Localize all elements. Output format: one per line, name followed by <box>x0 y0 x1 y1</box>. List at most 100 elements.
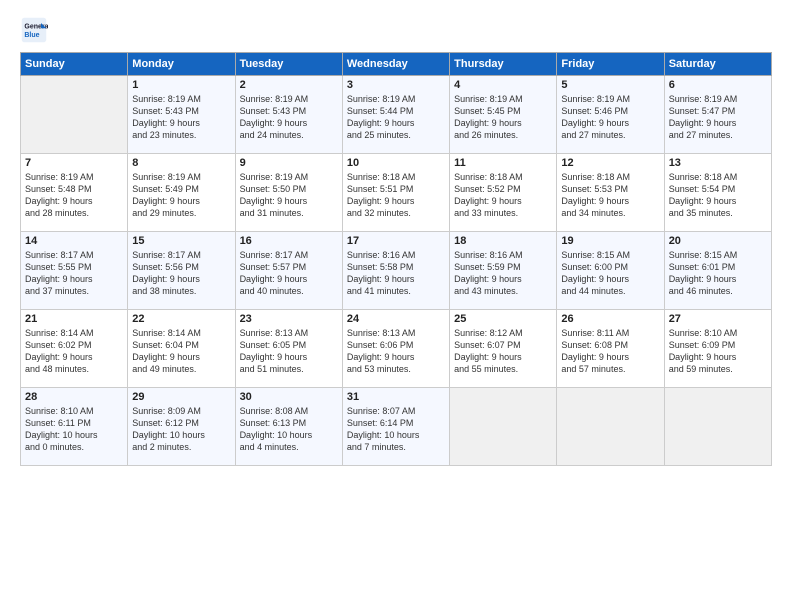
calendar-cell: 4 Sunrise: 8:19 AM Sunset: 5:45 PM Daylig… <box>450 76 557 154</box>
day-number: 25 <box>454 313 552 325</box>
day-number: 10 <box>347 157 445 169</box>
calendar-cell: 2 Sunrise: 8:19 AM Sunset: 5:43 PM Daylig… <box>235 76 342 154</box>
day-number: 9 <box>240 157 338 169</box>
weekday-header-sunday: Sunday <box>21 53 128 76</box>
day-number: 4 <box>454 79 552 91</box>
day-number: 22 <box>132 313 230 325</box>
day-info: Sunrise: 8:07 AM Sunset: 6:14 PM Dayligh… <box>347 405 445 454</box>
day-info: Sunrise: 8:14 AM Sunset: 6:02 PM Dayligh… <box>25 327 123 376</box>
day-info: Sunrise: 8:17 AM Sunset: 5:56 PM Dayligh… <box>132 249 230 298</box>
calendar-cell: 13 Sunrise: 8:18 AM Sunset: 5:54 PM Dayli… <box>664 154 771 232</box>
day-number: 26 <box>561 313 659 325</box>
day-number: 7 <box>25 157 123 169</box>
day-info: Sunrise: 8:18 AM Sunset: 5:54 PM Dayligh… <box>669 171 767 220</box>
day-info: Sunrise: 8:13 AM Sunset: 6:06 PM Dayligh… <box>347 327 445 376</box>
day-number: 28 <box>25 391 123 403</box>
calendar-cell: 21 Sunrise: 8:14 AM Sunset: 6:02 PM Dayli… <box>21 310 128 388</box>
week-row-5: 28 Sunrise: 8:10 AM Sunset: 6:11 PM Dayli… <box>21 388 772 466</box>
day-info: Sunrise: 8:19 AM Sunset: 5:50 PM Dayligh… <box>240 171 338 220</box>
day-info: Sunrise: 8:13 AM Sunset: 6:05 PM Dayligh… <box>240 327 338 376</box>
calendar-cell: 7 Sunrise: 8:19 AM Sunset: 5:48 PM Daylig… <box>21 154 128 232</box>
day-info: Sunrise: 8:19 AM Sunset: 5:43 PM Dayligh… <box>240 93 338 142</box>
day-number: 15 <box>132 235 230 247</box>
weekday-header-saturday: Saturday <box>664 53 771 76</box>
day-info: Sunrise: 8:15 AM Sunset: 6:00 PM Dayligh… <box>561 249 659 298</box>
day-number: 17 <box>347 235 445 247</box>
calendar-cell: 22Sunrise: 8:14 AM Sunset: 6:04 PM Dayli… <box>128 310 235 388</box>
calendar-cell: 26 Sunrise: 8:11 AM Sunset: 6:08 PM Dayli… <box>557 310 664 388</box>
day-info: Sunrise: 8:10 AM Sunset: 6:11 PM Dayligh… <box>25 405 123 454</box>
day-info: Sunrise: 8:18 AM Sunset: 5:51 PM Dayligh… <box>347 171 445 220</box>
day-number: 14 <box>25 235 123 247</box>
week-row-1: 1Sunrise: 8:19 AM Sunset: 5:43 PM Daylig… <box>21 76 772 154</box>
calendar-cell: 11 Sunrise: 8:18 AM Sunset: 5:52 PM Dayli… <box>450 154 557 232</box>
day-number: 23 <box>240 313 338 325</box>
weekday-header-wednesday: Wednesday <box>342 53 449 76</box>
day-number: 3 <box>347 79 445 91</box>
calendar-cell: 19 Sunrise: 8:15 AM Sunset: 6:00 PM Dayli… <box>557 232 664 310</box>
day-number: 27 <box>669 313 767 325</box>
day-number: 16 <box>240 235 338 247</box>
calendar-table: SundayMondayTuesdayWednesdayThursdayFrid… <box>20 52 772 466</box>
week-row-3: 14 Sunrise: 8:17 AM Sunset: 5:55 PM Dayli… <box>21 232 772 310</box>
calendar-cell: 24Sunrise: 8:13 AM Sunset: 6:06 PM Dayli… <box>342 310 449 388</box>
day-number: 12 <box>561 157 659 169</box>
day-info: Sunrise: 8:19 AM Sunset: 5:48 PM Dayligh… <box>25 171 123 220</box>
day-info: Sunrise: 8:10 AM Sunset: 6:09 PM Dayligh… <box>669 327 767 376</box>
calendar-cell <box>450 388 557 466</box>
calendar-cell: 23 Sunrise: 8:13 AM Sunset: 6:05 PM Dayli… <box>235 310 342 388</box>
day-number: 29 <box>132 391 230 403</box>
day-number: 21 <box>25 313 123 325</box>
week-row-4: 21 Sunrise: 8:14 AM Sunset: 6:02 PM Dayli… <box>21 310 772 388</box>
calendar-cell: 25Sunrise: 8:12 AM Sunset: 6:07 PM Dayli… <box>450 310 557 388</box>
calendar-cell: 17 Sunrise: 8:16 AM Sunset: 5:58 PM Dayli… <box>342 232 449 310</box>
calendar-cell: 31Sunrise: 8:07 AM Sunset: 6:14 PM Dayli… <box>342 388 449 466</box>
weekday-header-thursday: Thursday <box>450 53 557 76</box>
calendar-cell <box>664 388 771 466</box>
calendar-cell: 20 Sunrise: 8:15 AM Sunset: 6:01 PM Dayli… <box>664 232 771 310</box>
day-info: Sunrise: 8:16 AM Sunset: 5:59 PM Dayligh… <box>454 249 552 298</box>
day-info: Sunrise: 8:19 AM Sunset: 5:45 PM Dayligh… <box>454 93 552 142</box>
logo-icon: General Blue <box>20 16 48 44</box>
day-info: Sunrise: 8:16 AM Sunset: 5:58 PM Dayligh… <box>347 249 445 298</box>
day-info: Sunrise: 8:19 AM Sunset: 5:47 PM Dayligh… <box>669 93 767 142</box>
calendar-cell: 14 Sunrise: 8:17 AM Sunset: 5:55 PM Dayli… <box>21 232 128 310</box>
calendar-cell: 12 Sunrise: 8:18 AM Sunset: 5:53 PM Dayli… <box>557 154 664 232</box>
calendar-cell: 29 Sunrise: 8:09 AM Sunset: 6:12 PM Dayli… <box>128 388 235 466</box>
calendar-cell: 3Sunrise: 8:19 AM Sunset: 5:44 PM Daylig… <box>342 76 449 154</box>
calendar-cell: 16Sunrise: 8:17 AM Sunset: 5:57 PM Dayli… <box>235 232 342 310</box>
page: General Blue SundayMondayTuesdayWednesda… <box>0 0 792 612</box>
day-number: 13 <box>669 157 767 169</box>
calendar-cell: 6 Sunrise: 8:19 AM Sunset: 5:47 PM Daylig… <box>664 76 771 154</box>
calendar-cell: 27 Sunrise: 8:10 AM Sunset: 6:09 PM Dayli… <box>664 310 771 388</box>
day-number: 6 <box>669 79 767 91</box>
day-info: Sunrise: 8:18 AM Sunset: 5:52 PM Dayligh… <box>454 171 552 220</box>
calendar-cell: 30 Sunrise: 8:08 AM Sunset: 6:13 PM Dayli… <box>235 388 342 466</box>
calendar-cell <box>557 388 664 466</box>
day-number: 2 <box>240 79 338 91</box>
weekday-header-monday: Monday <box>128 53 235 76</box>
weekday-header-friday: Friday <box>557 53 664 76</box>
day-info: Sunrise: 8:19 AM Sunset: 5:46 PM Dayligh… <box>561 93 659 142</box>
day-info: Sunrise: 8:17 AM Sunset: 5:55 PM Dayligh… <box>25 249 123 298</box>
day-info: Sunrise: 8:18 AM Sunset: 5:53 PM Dayligh… <box>561 171 659 220</box>
day-number: 19 <box>561 235 659 247</box>
calendar-cell: 15 Sunrise: 8:17 AM Sunset: 5:56 PM Dayli… <box>128 232 235 310</box>
day-info: Sunrise: 8:08 AM Sunset: 6:13 PM Dayligh… <box>240 405 338 454</box>
calendar-cell: 28 Sunrise: 8:10 AM Sunset: 6:11 PM Dayli… <box>21 388 128 466</box>
week-row-2: 7 Sunrise: 8:19 AM Sunset: 5:48 PM Daylig… <box>21 154 772 232</box>
day-info: Sunrise: 8:19 AM Sunset: 5:43 PM Dayligh… <box>132 93 230 142</box>
day-number: 5 <box>561 79 659 91</box>
day-info: Sunrise: 8:09 AM Sunset: 6:12 PM Dayligh… <box>132 405 230 454</box>
day-number: 20 <box>669 235 767 247</box>
day-number: 30 <box>240 391 338 403</box>
calendar-cell: 9 Sunrise: 8:19 AM Sunset: 5:50 PM Daylig… <box>235 154 342 232</box>
day-info: Sunrise: 8:11 AM Sunset: 6:08 PM Dayligh… <box>561 327 659 376</box>
day-info: Sunrise: 8:15 AM Sunset: 6:01 PM Dayligh… <box>669 249 767 298</box>
calendar-cell: 18 Sunrise: 8:16 AM Sunset: 5:59 PM Dayli… <box>450 232 557 310</box>
day-number: 11 <box>454 157 552 169</box>
svg-text:Blue: Blue <box>24 32 39 39</box>
weekday-header-row: SundayMondayTuesdayWednesdayThursdayFrid… <box>21 53 772 76</box>
day-number: 18 <box>454 235 552 247</box>
calendar-cell: 1Sunrise: 8:19 AM Sunset: 5:43 PM Daylig… <box>128 76 235 154</box>
